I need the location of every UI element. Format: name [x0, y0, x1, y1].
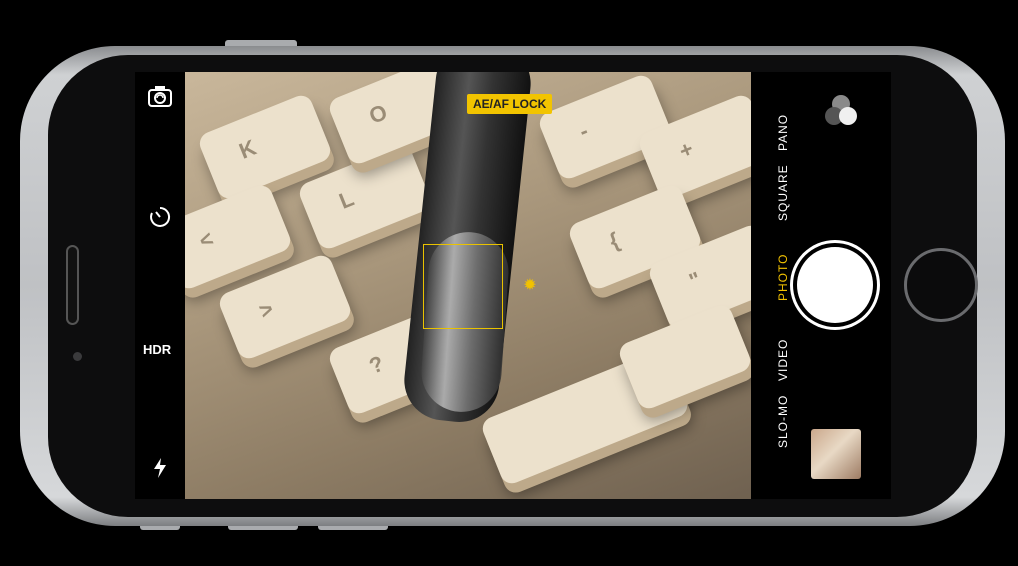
viewfinder[interactable]: K L O < > ? - + { " ✹ AE/AF LOCK [185, 72, 751, 499]
filters-icon[interactable] [821, 92, 861, 132]
earpiece-speaker [66, 245, 79, 325]
mode-video[interactable]: VIDEO [776, 339, 790, 381]
shutter-button[interactable] [797, 247, 873, 323]
last-photo-thumbnail[interactable] [811, 429, 861, 479]
mode-photo[interactable]: PHOTO [776, 254, 790, 301]
hdr-toggle[interactable]: HDR [143, 342, 171, 357]
camera-flip-icon[interactable] [145, 84, 175, 114]
timer-icon[interactable] [145, 205, 175, 235]
flash-icon[interactable] [145, 457, 175, 487]
left-control-bar: HDR [135, 72, 185, 499]
front-camera [73, 352, 82, 361]
ae-af-lock-badge: AE/AF LOCK [467, 94, 553, 114]
exposure-sun-icon[interactable]: ✹ [521, 277, 539, 295]
stage: HDR K L O < > ? - + { " ✹ AE/AF LOCK PAN… [0, 0, 1018, 566]
mode-pano[interactable]: PANO [776, 114, 790, 151]
home-button[interactable] [904, 248, 978, 322]
camera-screen: HDR K L O < > ? - + { " ✹ AE/AF LOCK PAN… [135, 72, 891, 499]
mode-square[interactable]: SQUARE [776, 164, 790, 221]
focus-box [423, 244, 503, 329]
right-control-bar: PANO SQUARE PHOTO VIDEO SLO-MO [751, 72, 891, 499]
mode-selector[interactable]: PANO SQUARE PHOTO VIDEO SLO-MO [769, 72, 797, 499]
mode-slo-mo[interactable]: SLO-MO [776, 395, 790, 448]
